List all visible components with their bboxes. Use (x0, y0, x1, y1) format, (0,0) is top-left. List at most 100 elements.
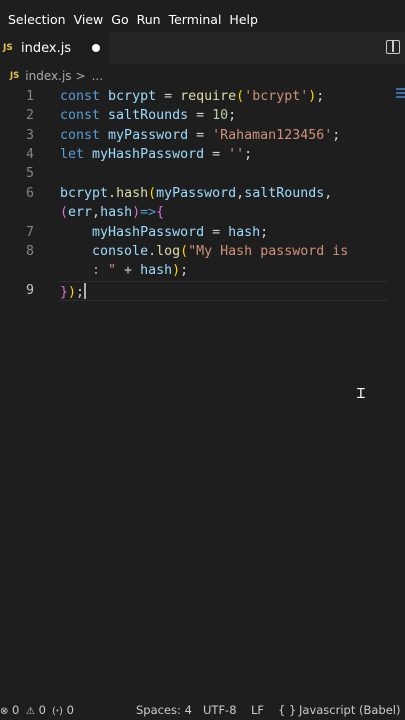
errors-status[interactable]: ⊗ 0 (0, 703, 19, 717)
ports-count: 0 (66, 703, 74, 717)
code-line[interactable]: const bcrypt = require('bcrypt'); (60, 89, 324, 104)
text-cursor-icon: Ɪ (357, 386, 365, 402)
code-token: '' (228, 147, 245, 162)
code-token: console (92, 244, 149, 259)
braces-icon: { } (278, 703, 297, 717)
code-line[interactable]: bcrypt.hash(myPassword,saltRounds, (60, 186, 332, 201)
code-token: : " (60, 263, 117, 278)
code-token: ( (236, 89, 245, 104)
code-token: saltRounds (108, 108, 189, 123)
eol-status[interactable]: LF (251, 703, 264, 717)
indentation-status[interactable]: Spaces: 4 (136, 703, 192, 717)
code-token: 10 (212, 108, 229, 123)
code-token: . (148, 244, 157, 259)
errors-count: 0 (12, 703, 20, 717)
code-token: ) (132, 205, 141, 220)
error-icon: ⊗ (0, 706, 9, 717)
code-token: log (156, 244, 181, 259)
warnings-count: 0 (38, 703, 46, 717)
line-number: 1 (25, 89, 34, 104)
broadcast-icon: (ꞏ) (52, 706, 63, 717)
code-line[interactable]: (err,hash)=>{ (60, 205, 164, 220)
code-token: hash (228, 225, 261, 240)
code-line[interactable]: myHashPassword = hash; (60, 225, 268, 240)
unsaved-dot-icon[interactable] (92, 44, 100, 52)
line-number: 6 (25, 186, 34, 201)
menu-item-view[interactable]: View (74, 12, 104, 27)
js-file-icon: JS (3, 43, 13, 53)
code-token: ; (316, 89, 325, 104)
js-file-icon: JS (10, 71, 20, 81)
line-number: 5 (25, 166, 34, 181)
code-token: ) (68, 285, 77, 300)
current-line-highlight (58, 281, 388, 301)
code-token: ; (332, 128, 341, 143)
code-token: ( (60, 205, 69, 220)
code-token: = (204, 147, 229, 162)
code-line[interactable]: const myPassword = 'Rahaman123456'; (60, 128, 340, 143)
tab-label: index.js (21, 40, 72, 56)
code-line[interactable]: }); (60, 283, 87, 300)
code-token: const (60, 89, 109, 104)
code-token: myPassword (108, 128, 189, 143)
line-number: 8 (25, 244, 34, 259)
code-token: . (108, 186, 117, 201)
code-token: ( (180, 244, 189, 259)
code-token: hash (140, 263, 173, 278)
tab-index-js[interactable]: JS index.js (0, 32, 110, 64)
code-line[interactable]: : " + hash); (60, 263, 188, 278)
code-token: hash (100, 205, 133, 220)
language-mode-status[interactable]: Javascript (Babel) (299, 703, 400, 717)
minimap[interactable] (396, 88, 405, 106)
encoding-status[interactable]: UTF-8 (203, 703, 237, 717)
menu-item-go[interactable]: Go (111, 12, 128, 27)
code-token: = (188, 128, 213, 143)
code-token: myPassword (156, 186, 237, 201)
line-number: 9 (25, 283, 34, 298)
code-token: const (60, 108, 109, 123)
menu-item-terminal[interactable]: Terminal (169, 12, 222, 27)
code-token: = (188, 108, 213, 123)
code-token: ; (180, 263, 189, 278)
menu-item-help[interactable]: Help (229, 12, 258, 27)
code-token: myHashPassword (92, 147, 205, 162)
line-number: 7 (25, 225, 34, 240)
code-token: require (180, 89, 237, 104)
code-token: ; (228, 108, 237, 123)
menu-item-run[interactable]: Run (137, 12, 161, 27)
code-token: "My Hash password is (188, 244, 349, 259)
text-caret (84, 283, 87, 299)
menu-item-selection[interactable]: Selection (8, 12, 66, 27)
code-token: , (324, 186, 333, 201)
code-token: ; (244, 147, 253, 162)
code-token: ( (148, 186, 157, 201)
code-line[interactable]: console.log("My Hash password is (60, 244, 348, 259)
code-token: let (60, 147, 93, 162)
code-token: , (236, 186, 245, 201)
warning-icon: ⚠ (26, 706, 35, 717)
code-token: ; (76, 285, 85, 300)
code-token: myHashPassword (92, 225, 205, 240)
line-number: 4 (25, 147, 34, 162)
code-token: => (140, 205, 157, 220)
code-token: bcrypt (108, 89, 157, 104)
code-token: bcrypt (60, 186, 109, 201)
line-number: 3 (25, 128, 34, 143)
code-token: const (60, 128, 109, 143)
code-line[interactable]: const saltRounds = 10; (60, 108, 236, 123)
code-line[interactable]: let myHashPassword = ''; (60, 147, 252, 162)
code-token: err (68, 205, 93, 220)
code-editor[interactable]: Ɪ 1 const bcrypt = require('bcrypt'); 2 con… (0, 88, 405, 698)
breadcrumb: JS index.js > ... (0, 64, 405, 88)
chevron-right-icon: > (75, 69, 86, 83)
breadcrumb-file[interactable]: index.js (25, 69, 71, 83)
code-token: } (60, 285, 69, 300)
warnings-status[interactable]: ⚠ 0 (26, 703, 46, 717)
code-token: hash (116, 186, 149, 201)
code-token: { (156, 205, 165, 220)
split-editor-icon[interactable] (386, 40, 400, 54)
breadcrumb-more[interactable]: ... (92, 69, 103, 83)
code-token: ) (172, 263, 181, 278)
ports-status[interactable]: (ꞏ) 0 (52, 703, 74, 717)
